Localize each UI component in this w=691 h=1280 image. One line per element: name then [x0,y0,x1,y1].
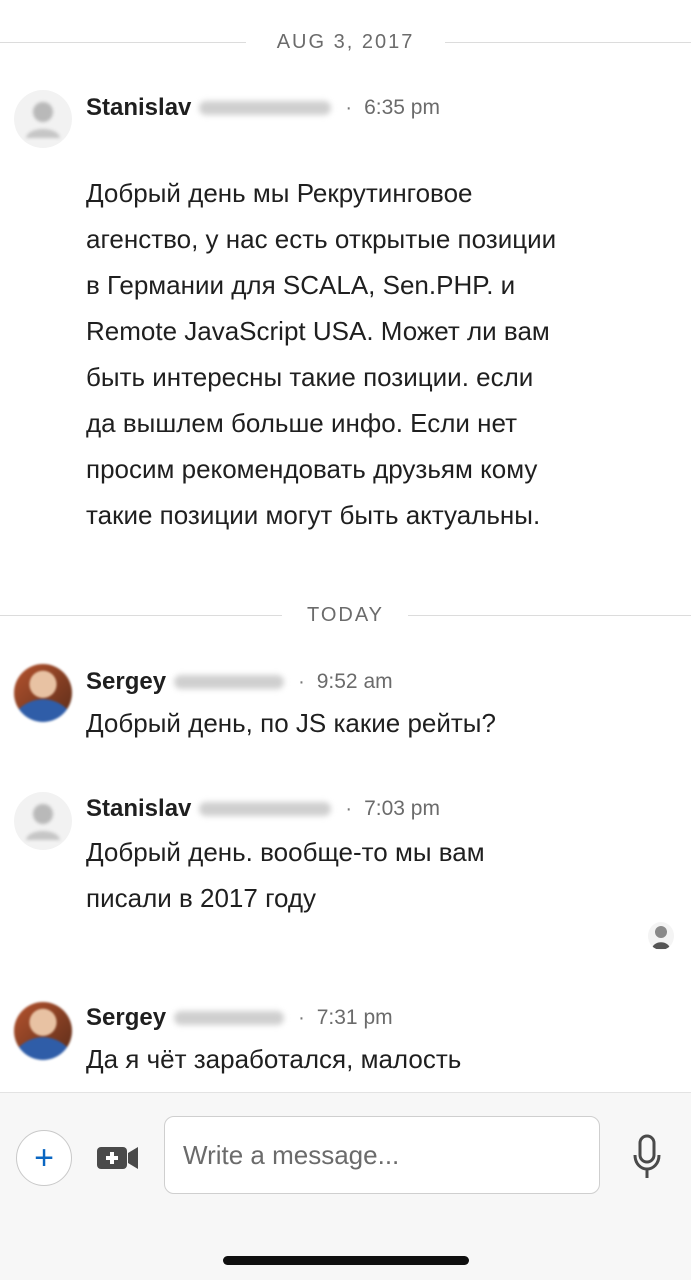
message-header: Stanislav · 7:03 pm [86,795,440,823]
date-separator: TODAY [0,600,691,630]
voice-message-button[interactable] [630,1133,664,1181]
message-composer: + [0,1092,691,1280]
redacted-surname [199,101,332,115]
person-icon [26,102,60,138]
separator-line [408,615,691,616]
message-line: такие позиции могут быть актуальны. [86,500,541,530]
date-separator: AUG 3, 2017 [0,27,691,57]
conversation-screen: AUG 3, 2017 Stanislav · 6:35 pm Добрый д… [0,0,691,1280]
message-body: Добрый день, по JS какие рейты? [86,700,676,746]
separator-dot: · [345,797,353,820]
separator-line [0,615,282,616]
message-header: Sergey · 9:52 am [86,668,393,696]
date-separator-label: AUG 3, 2017 [272,30,419,54]
message-time: 6:35 pm [364,96,440,119]
redacted-surname [174,1011,285,1025]
date-separator-label: TODAY [302,603,389,627]
separator-dot: · [298,670,305,693]
message-header: Sergey · 7:31 pm [86,1004,393,1032]
home-indicator[interactable] [223,1256,469,1265]
message-line: да вышлем больше инфо. Если нет [86,408,517,438]
message-line: просим рекомендовать друзьям кому [86,454,538,484]
video-call-button[interactable] [96,1143,140,1173]
sender-name[interactable]: Stanislav [86,94,191,122]
sender-avatar[interactable] [14,1002,72,1060]
sender-name[interactable]: Sergey [86,1004,166,1032]
microphone-icon [633,1134,661,1178]
separator-line [445,42,691,43]
message-body: Да я чёт заработался, малость [86,1036,676,1082]
message-line: Remote JavaScript USA. Может ли вам [86,316,550,346]
message-time: 7:31 pm [316,1006,393,1029]
redacted-surname [174,675,285,689]
person-icon [26,804,60,840]
separator-dot: · [298,1006,305,1029]
message-line: Добрый день. вообще-то мы вам [86,837,485,867]
sender-avatar[interactable] [14,664,72,722]
message-header: Stanislav · 6:35 pm [86,94,440,122]
video-camera-icon [97,1147,138,1169]
sender-name[interactable]: Stanislav [86,795,191,823]
message-line: быть интересны такие позиции. если [86,362,534,392]
message-body: Добрый день. вообще-то мы вам писали в 2… [86,829,676,921]
sender-avatar[interactable] [14,792,72,850]
sender-name[interactable]: Sergey [86,668,166,696]
person-icon [652,926,670,949]
message-input[interactable] [164,1116,600,1194]
message-body: Добрый день мы Рекрутинговое агенство, у… [86,170,676,538]
message-time: 7:03 pm [364,797,440,820]
read-receipt-avatar [648,922,674,950]
message-line: в Германии для SCALA, Sen.PHP. и [86,270,516,300]
redacted-surname [199,802,332,816]
message-line: Добрый день мы Рекрутинговое [86,178,473,208]
message-line: писали в 2017 году [86,883,317,913]
attach-button[interactable]: + [16,1130,72,1186]
message-line: Добрый день, по JS какие рейты? [86,708,496,738]
message-line: Да я чёт заработался, малость [86,1044,462,1074]
message-time: 9:52 am [316,670,393,693]
message-line: агенство, у нас есть открытые позиции [86,224,557,254]
sender-avatar[interactable] [14,90,72,148]
separator-line [0,42,246,43]
separator-dot: · [345,96,353,119]
